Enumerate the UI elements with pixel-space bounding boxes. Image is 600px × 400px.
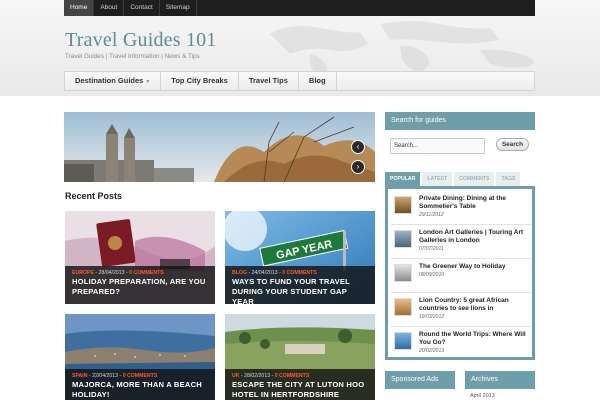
topbar-link-home[interactable]: Home [64,0,95,16]
site-tagline: Travel Guides | Travel Information | New… [65,53,200,60]
post-date: 28/02/2013 [244,373,271,379]
tab-latest[interactable]: LATEST [422,172,453,186]
sidebar-tabs: POPULAR LATEST COMMENTS TAGS [385,172,535,186]
popular-item-title-text: Private Dining: Dining at the Sommelier'… [419,195,507,210]
search-button[interactable]: Search [496,138,529,151]
chevron-left-icon[interactable]: ‹ [351,140,365,154]
nav-item-travel-tips[interactable]: Travel Tips [239,72,299,90]
site-title[interactable]: Travel Guides 101 [65,29,217,52]
main-navigation: Destination Guides ▼ Top City Breaks Trav… [64,71,535,91]
post-meta: EUROPE - 28/04/2013 - 0 COMMENTS [72,270,164,276]
thumbnail [394,230,412,248]
recent-posts-heading: Recent Posts [65,191,123,201]
topbar-link-contact[interactable]: Contact [124,0,160,16]
post-comments[interactable]: 0 COMMENTS [123,373,158,379]
post-category[interactable]: BLOG [232,270,247,276]
list-item[interactable]: Private Dining: Dining at the Sommelier'… [391,191,531,225]
post-comments[interactable]: 0 COMMENTS [282,270,317,276]
sponsored-ads-heading: Sponsored Ads [385,371,455,389]
chevron-right-icon[interactable]: › [351,160,365,174]
post-meta: UK - 28/02/2013 - 0 COMMENTS [232,373,310,379]
archives-heading: Archives [465,371,535,389]
tab-tags[interactable]: TAGS [496,172,521,186]
search-widget-heading: Search for guides [385,112,535,130]
post-title[interactable]: ESCAPE THE CITY AT LUTON HOO HOTEL IN HE… [232,380,368,400]
post-title[interactable]: WAYS TO FUND YOUR TRAVEL DURING YOUR STU… [232,277,368,304]
tab-comments[interactable]: COMMENTS [454,172,495,186]
popular-item-title-text: London Art Galleries | Touring Art Galle… [419,229,524,244]
post-card[interactable]: GAP YEAR BLOG - 24/04/2013 - 0 COMMENTS … [225,211,375,304]
topbar-link-sitemap[interactable]: Sitemap [160,0,197,16]
post-card[interactable]: SPAIN - 22/04/2013 - 0 COMMENTS MAJORCA,… [65,314,215,400]
caret-down-icon: ▼ [145,79,151,85]
nav-item-blog[interactable]: Blog [299,72,337,90]
post-date: 22/04/2013 [92,373,119,379]
nav-item-destination-guides[interactable]: Destination Guides ▼ [65,72,162,90]
popular-item-title[interactable]: Round the World Trips: Where Will You Go… [419,331,531,355]
nav-item-label: Destination Guides [75,76,144,85]
post-category[interactable]: UK [232,373,240,379]
featured-slider[interactable]: ‹ › [64,112,375,182]
post-date: 28/04/2013 [98,270,125,276]
topbar-link-about[interactable]: About [94,0,125,16]
post-card[interactable]: EUROPE - 28/04/2013 - 0 COMMENTS HOLIDAY… [65,211,215,304]
archive-link[interactable]: April 2013 [470,393,495,399]
nav-item-top-city-breaks[interactable]: Top City Breaks [161,72,239,90]
list-item[interactable]: Lion Country: 5 great African countries … [391,293,531,327]
popular-tab-panel: Private Dining: Dining at the Sommelier'… [385,186,535,360]
popular-item-title[interactable]: London Art Galleries | Touring Art Galle… [419,229,531,253]
top-bar: Home About Contact Sitemap [64,0,535,16]
popular-item-date: 19/03/2012 [419,314,445,320]
thumbnail [394,332,412,350]
popular-item-title[interactable]: The Greener Way to Holiday 08/09/2010 [419,263,531,279]
post-caption: SPAIN - 22/04/2013 - 0 COMMENTS MAJORCA,… [65,369,215,400]
list-item[interactable]: Round the World Trips: Where Will You Go… [391,327,531,361]
world-map-graphic [270,21,534,75]
post-card[interactable]: UK - 28/02/2013 - 0 COMMENTS ESCAPE THE … [225,314,375,400]
thumbnail [394,298,412,316]
tab-popular[interactable]: POPULAR [385,172,421,186]
post-date: 24/04/2013 [251,270,278,276]
popular-item-date: 08/09/2010 [419,272,445,278]
popular-item-date: 29/11/2012 [419,212,444,218]
thumbnail [394,264,412,282]
list-item[interactable]: The Greener Way to Holiday 08/09/2010 [391,259,531,293]
popular-item-title[interactable]: Lion Country: 5 great African countries … [419,297,531,321]
popular-item-title-text: The Greener Way to Holiday [419,263,506,270]
list-item[interactable]: London Art Galleries | Touring Art Galle… [391,225,531,259]
popular-item-title[interactable]: Private Dining: Dining at the Sommelier'… [419,195,531,219]
post-title[interactable]: MAJORCA, MORE THAN A BEACH HOLIDAY! [72,380,208,400]
popular-item-title-text: Round the World Trips: Where Will You Go… [419,331,526,346]
post-comments[interactable]: 0 COMMENTS [129,270,164,276]
popular-item-title-text: Lion Country: 5 great African countries … [419,297,509,312]
search-input[interactable]: Search... [390,138,485,154]
thumbnail [394,196,412,214]
post-caption: EUROPE - 28/04/2013 - 0 COMMENTS HOLIDAY… [65,266,215,304]
popular-item-date: 07/07/2011 [419,246,444,252]
post-category[interactable]: EUROPE [72,270,94,276]
post-category[interactable]: SPAIN [72,373,87,379]
post-caption: UK - 28/02/2013 - 0 COMMENTS ESCAPE THE … [225,369,375,400]
slider-image [64,112,375,182]
popular-item-date: 20/02/2013 [419,348,445,354]
post-comments[interactable]: 0 COMMENTS [275,373,310,379]
post-caption: BLOG - 24/04/2013 - 0 COMMENTS WAYS TO F… [225,266,375,304]
post-meta: BLOG - 24/04/2013 - 0 COMMENTS [232,270,317,276]
post-title[interactable]: HOLIDAY PREPARATION, ARE YOU PREPARED? [72,277,208,297]
post-meta: SPAIN - 22/04/2013 - 0 COMMENTS [72,373,158,379]
